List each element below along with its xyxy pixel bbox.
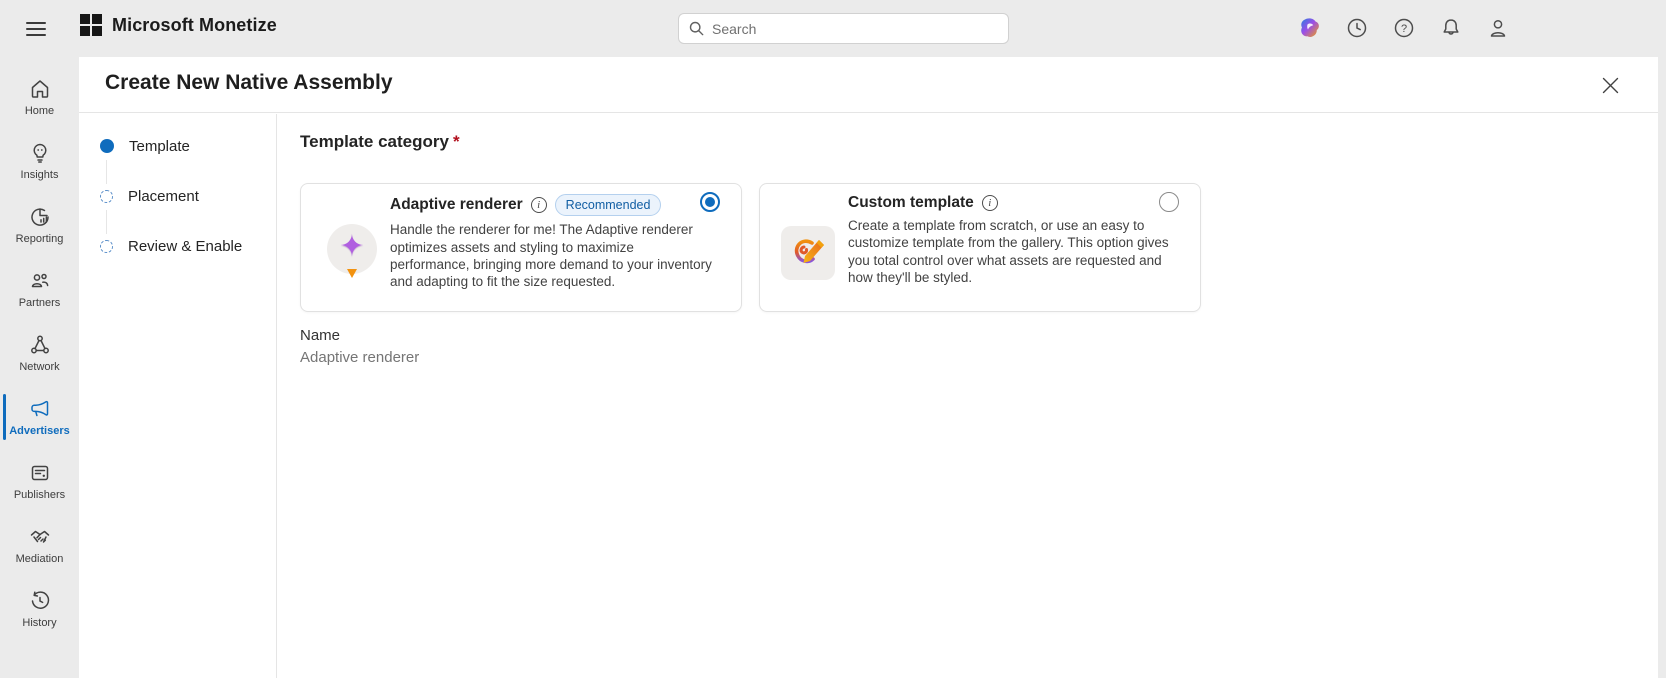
brand-name: Microsoft Monetize [112, 14, 277, 35]
account-icon [1490, 19, 1506, 37]
search-icon [689, 21, 704, 36]
step-upcoming-dot [100, 239, 113, 253]
publishers-icon [31, 465, 48, 481]
main-panel: Create New Native Assembly Template Plac… [79, 57, 1658, 678]
step-template[interactable]: Template [100, 136, 190, 156]
sidebar-nav: Home Insights Reporting Partners Network… [0, 57, 79, 678]
sidebar-item-home[interactable]: Home [0, 65, 79, 129]
required-marker: * [452, 132, 460, 151]
recent-activity-button[interactable] [1341, 12, 1373, 44]
partners-icon [31, 273, 48, 288]
insights-icon [32, 143, 47, 163]
sidebar-item-publishers[interactable]: Publishers [0, 449, 79, 513]
sidebar-item-mediation[interactable]: Mediation [0, 513, 79, 577]
pen-swirl-icon [794, 239, 824, 264]
info-icon[interactable]: i [530, 197, 547, 214]
sidebar-item-reporting[interactable]: Reporting [0, 193, 79, 257]
option-description: Create a template from scratch, or use a… [848, 218, 1169, 286]
advertisers-icon [30, 400, 48, 417]
step-label: Template [129, 137, 190, 155]
option-title: Adaptive renderer [390, 196, 523, 214]
sidebar-item-insights[interactable]: Insights [0, 129, 79, 193]
step-active-dot [100, 139, 114, 153]
step-review-enable[interactable]: Review & Enable [100, 236, 242, 256]
home-icon [31, 80, 48, 98]
sidebar-item-partners[interactable]: Partners [0, 257, 79, 321]
sidebar-item-label: Mediation [15, 553, 64, 565]
step-upcoming-dot [100, 189, 113, 203]
sidebar-item-label: Insights [20, 169, 59, 181]
help-icon: ? [1394, 18, 1414, 38]
adaptive-renderer-radio[interactable] [700, 192, 720, 212]
name-label: Name [300, 327, 341, 344]
svg-text:?: ? [1401, 23, 1407, 35]
sidebar-item-network[interactable]: Network [0, 321, 79, 385]
copilot-icon [1301, 18, 1319, 37]
hamburger-menu-button[interactable] [22, 15, 50, 43]
topbar-actions: ? [1294, 12, 1514, 44]
section-title-text: Template category [300, 132, 449, 151]
copilot-button[interactable] [1294, 12, 1326, 44]
brand: Microsoft Monetize [80, 14, 277, 36]
option-card-custom-template[interactable]: Custom template i Create a template from… [759, 183, 1201, 312]
custom-template-icon [781, 226, 835, 280]
sidebar-item-label: Network [19, 361, 60, 373]
sidebar-item-label: Publishers [13, 489, 66, 501]
top-bar: Microsoft Monetize Search ? [0, 0, 1666, 57]
step-placement[interactable]: Placement [100, 186, 199, 206]
notifications-icon [1443, 19, 1459, 35]
reporting-icon [30, 208, 49, 226]
help-button[interactable]: ? [1388, 12, 1420, 44]
sparkle-icon: ✦ [339, 230, 365, 263]
option-title: Custom template [848, 194, 974, 211]
name-field: Name Adaptive renderer [300, 327, 1658, 366]
sidebar-item-label: Advertisers [9, 425, 70, 437]
step-label: Placement [128, 187, 199, 205]
custom-template-radio[interactable] [1159, 192, 1179, 212]
history-icon [31, 591, 49, 609]
step-connector [106, 210, 107, 234]
mediation-icon [30, 530, 49, 543]
option-card-adaptive-renderer[interactable]: ✦ Adaptive renderer i Recommended Handle… [300, 183, 742, 312]
recommended-badge: Recommended [554, 194, 662, 217]
sidebar-item-label: Reporting [15, 233, 64, 245]
section-title: Template category * [300, 132, 1658, 152]
flame-icon [347, 269, 357, 278]
wizard-steps: Template Placement Review & Enable [79, 114, 277, 678]
option-description: Handle the renderer for me! The Adaptive… [390, 222, 712, 290]
step-label: Review & Enable [128, 237, 243, 255]
close-button[interactable] [1598, 73, 1622, 97]
card-text: Adaptive renderer i Recommended Handle t… [390, 184, 741, 291]
microsoft-logo-icon [80, 14, 102, 36]
notifications-button[interactable] [1435, 12, 1467, 44]
network-icon [30, 335, 49, 354]
sidebar-item-label: Partners [18, 297, 61, 309]
page-title: Create New Native Assembly [105, 71, 393, 94]
sidebar-item-advertisers[interactable]: Advertisers [0, 385, 79, 449]
global-search[interactable] [678, 13, 1009, 44]
search-input[interactable] [712, 20, 998, 37]
template-step-content: Template category * ✦ Adaptive renderer i… [278, 114, 1658, 678]
sidebar-item-label: History [22, 617, 57, 629]
card-text: Custom template i Create a template from… [848, 184, 1200, 287]
recent-activity-icon [1347, 18, 1367, 38]
name-value: Adaptive renderer [300, 349, 420, 366]
info-icon[interactable]: i [981, 195, 998, 211]
dialog-header: Create New Native Assembly [79, 57, 1658, 113]
account-button[interactable] [1482, 12, 1514, 44]
close-icon [1602, 77, 1618, 93]
adaptive-renderer-icon: ✦ [327, 224, 377, 278]
sidebar-item-history[interactable]: History [0, 577, 79, 641]
step-connector [106, 160, 107, 184]
template-category-options: ✦ Adaptive renderer i Recommended Handle… [300, 183, 1658, 312]
hamburger-icon [26, 22, 46, 36]
sidebar-item-label: Home [24, 105, 55, 117]
